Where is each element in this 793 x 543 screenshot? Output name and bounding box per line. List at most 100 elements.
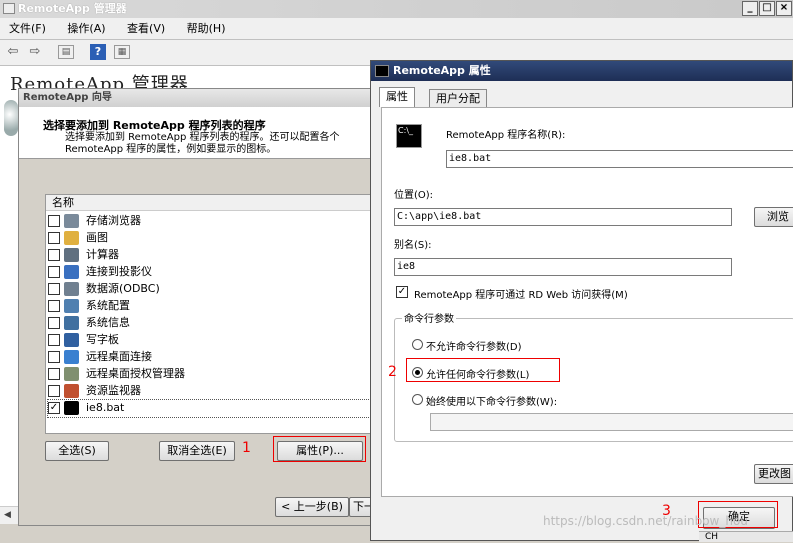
list-item[interactable]: 系统信息 [48, 315, 378, 332]
command-prompt-icon [375, 65, 389, 77]
main-window-title: RemoteApp 管理器 [18, 2, 127, 15]
wizard-header: 选择要添加到 RemoteApp 程序列表的程序 选择要添加到 RemoteAp… [19, 107, 375, 159]
app-icon [3, 3, 15, 14]
list-item[interactable]: 写字板 [48, 332, 378, 349]
remoteapp-properties-dialog: RemoteApp 属性 属性 用户分配 C:\_ RemoteApp 程序名称… [370, 60, 793, 542]
radio-always-args-label: 始终使用以下命令行参数(W): [426, 397, 558, 408]
back-button[interactable]: < 上一步(B) [275, 497, 349, 517]
program-icon [64, 265, 79, 279]
wizard-title: RemoteApp 向导 [19, 89, 375, 107]
watermark: https://blog.csdn.net/rainbow_hou [543, 514, 748, 528]
forward-arrow-icon[interactable]: ⇨ [26, 43, 44, 61]
cmdline-group-label: 命令行参数 [402, 310, 456, 325]
cmdline-args-field[interactable] [430, 413, 793, 431]
list-item[interactable]: 存储浏览器 [48, 213, 378, 230]
program-icon [64, 367, 79, 381]
list-item[interactable]: 数据源(ODBC) [48, 281, 378, 298]
item-label: 连接到投影仪 [86, 265, 152, 278]
deselect-all-button[interactable]: 取消全选(E) [159, 441, 235, 461]
properties-dialog-title: RemoteApp 属性 [393, 64, 491, 77]
close-icon[interactable]: × [776, 1, 792, 16]
list-item[interactable]: 计算器 [48, 247, 378, 264]
program-icon [64, 401, 79, 415]
list-item[interactable]: 系统配置 [48, 298, 378, 315]
list-item[interactable]: 远程桌面授权管理器 [48, 366, 378, 383]
location-field[interactable]: C:\app\ie8.bat [394, 208, 732, 226]
item-label: 系统配置 [86, 299, 130, 312]
list-item[interactable]: 资源监视器 [48, 383, 378, 400]
item-checkbox[interactable] [48, 232, 60, 244]
annotation-number-1: 1 [242, 440, 251, 456]
tab-user-assignment[interactable]: 用户分配 [429, 89, 487, 107]
program-icon [64, 231, 79, 245]
item-checkbox[interactable] [48, 266, 60, 278]
list-item[interactable]: 远程桌面连接 [48, 349, 378, 366]
item-label: 画图 [86, 231, 108, 244]
properties-panel: C:\_ RemoteApp 程序名称(R): ie8.bat 位置(O): C… [381, 107, 793, 497]
menu-action[interactable]: 操作(A) [58, 18, 114, 40]
list-column-name[interactable]: 名称 [46, 195, 376, 211]
menu-file[interactable]: 文件(F) [0, 18, 55, 40]
program-icon [64, 350, 79, 364]
item-checkbox[interactable] [48, 215, 60, 227]
help-icon[interactable]: ? [90, 44, 106, 60]
console-tree-icon[interactable]: ▤ [58, 45, 74, 59]
item-label: 存储浏览器 [86, 214, 141, 227]
program-icon [64, 333, 79, 347]
item-label: 写字板 [86, 333, 119, 346]
item-checkbox[interactable] [48, 334, 60, 346]
program-name-field[interactable]: ie8.bat [446, 150, 793, 168]
program-icon [64, 248, 79, 262]
minimize-icon[interactable]: _ [742, 1, 758, 16]
scroll-left-icon[interactable]: ◀ [4, 510, 11, 520]
remoteapp-logo-icon [4, 100, 18, 136]
menu-help[interactable]: 帮助(H) [178, 18, 235, 40]
item-checkbox[interactable] [48, 368, 60, 380]
item-checkbox[interactable] [48, 283, 60, 295]
rdweb-label: RemoteApp 程序可通过 RD Web 访问获得(M) [414, 290, 628, 301]
radio-no-args-label: 不允许命令行参数(D) [426, 342, 522, 353]
annotation-box-properties [273, 436, 366, 462]
list-item[interactable]: ✓ ie8.bat [47, 399, 379, 418]
list-item[interactable]: 画图 [48, 230, 378, 247]
browse-button[interactable]: 浏览 [754, 207, 793, 227]
item-label: 数据源(ODBC) [86, 282, 160, 295]
change-icon-button[interactable]: 更改图 [754, 464, 793, 484]
program-icon: C:\_ [396, 124, 422, 148]
item-label: 资源监视器 [86, 384, 141, 397]
program-name-label: RemoteApp 程序名称(R): [446, 130, 566, 141]
item-checkbox[interactable] [48, 317, 60, 329]
item-checkbox[interactable]: ✓ [48, 402, 60, 414]
item-checkbox[interactable] [48, 249, 60, 261]
language-bar: CH [699, 531, 793, 542]
program-icon [64, 384, 79, 398]
item-checkbox[interactable] [48, 300, 60, 312]
back-arrow-icon[interactable]: ⇦ [4, 43, 22, 61]
properties-dialog-titlebar: RemoteApp 属性 [371, 61, 792, 81]
program-icon [64, 299, 79, 313]
item-label: 计算器 [86, 248, 119, 261]
list-item[interactable]: 连接到投影仪 [48, 264, 378, 281]
program-icon [64, 214, 79, 228]
wizard-header-title: 选择要添加到 RemoteApp 程序列表的程序 [43, 119, 266, 132]
select-all-button[interactable]: 全选(S) [45, 441, 109, 461]
rdweb-checkbox[interactable]: ✓ [396, 286, 408, 298]
item-label: 系统信息 [86, 316, 130, 329]
annotation-box-allow-args [406, 358, 560, 382]
radio-no-args[interactable] [412, 339, 423, 350]
item-label: 远程桌面连接 [86, 350, 152, 363]
language-indicator[interactable]: CH [705, 532, 718, 543]
alias-field[interactable]: ie8 [394, 258, 732, 276]
item-label: 远程桌面授权管理器 [86, 367, 185, 380]
maximize-icon[interactable]: □ [759, 1, 775, 16]
tab-properties[interactable]: 属性 [379, 87, 415, 107]
location-label: 位置(O): [394, 190, 434, 201]
menu-view[interactable]: 查看(V) [118, 18, 174, 40]
item-checkbox[interactable] [48, 351, 60, 363]
action-pane-icon[interactable]: ▦ [114, 45, 130, 59]
radio-always-args[interactable] [412, 394, 423, 405]
item-checkbox[interactable] [48, 385, 60, 397]
alias-label: 别名(S): [394, 240, 432, 251]
main-window-titlebar: RemoteApp 管理器 _ □ × [0, 0, 793, 18]
program-list[interactable]: 名称 存储浏览器画图计算器连接到投影仪 数据源(ODBC) 系统配置系统信息写字板远… [45, 194, 379, 434]
